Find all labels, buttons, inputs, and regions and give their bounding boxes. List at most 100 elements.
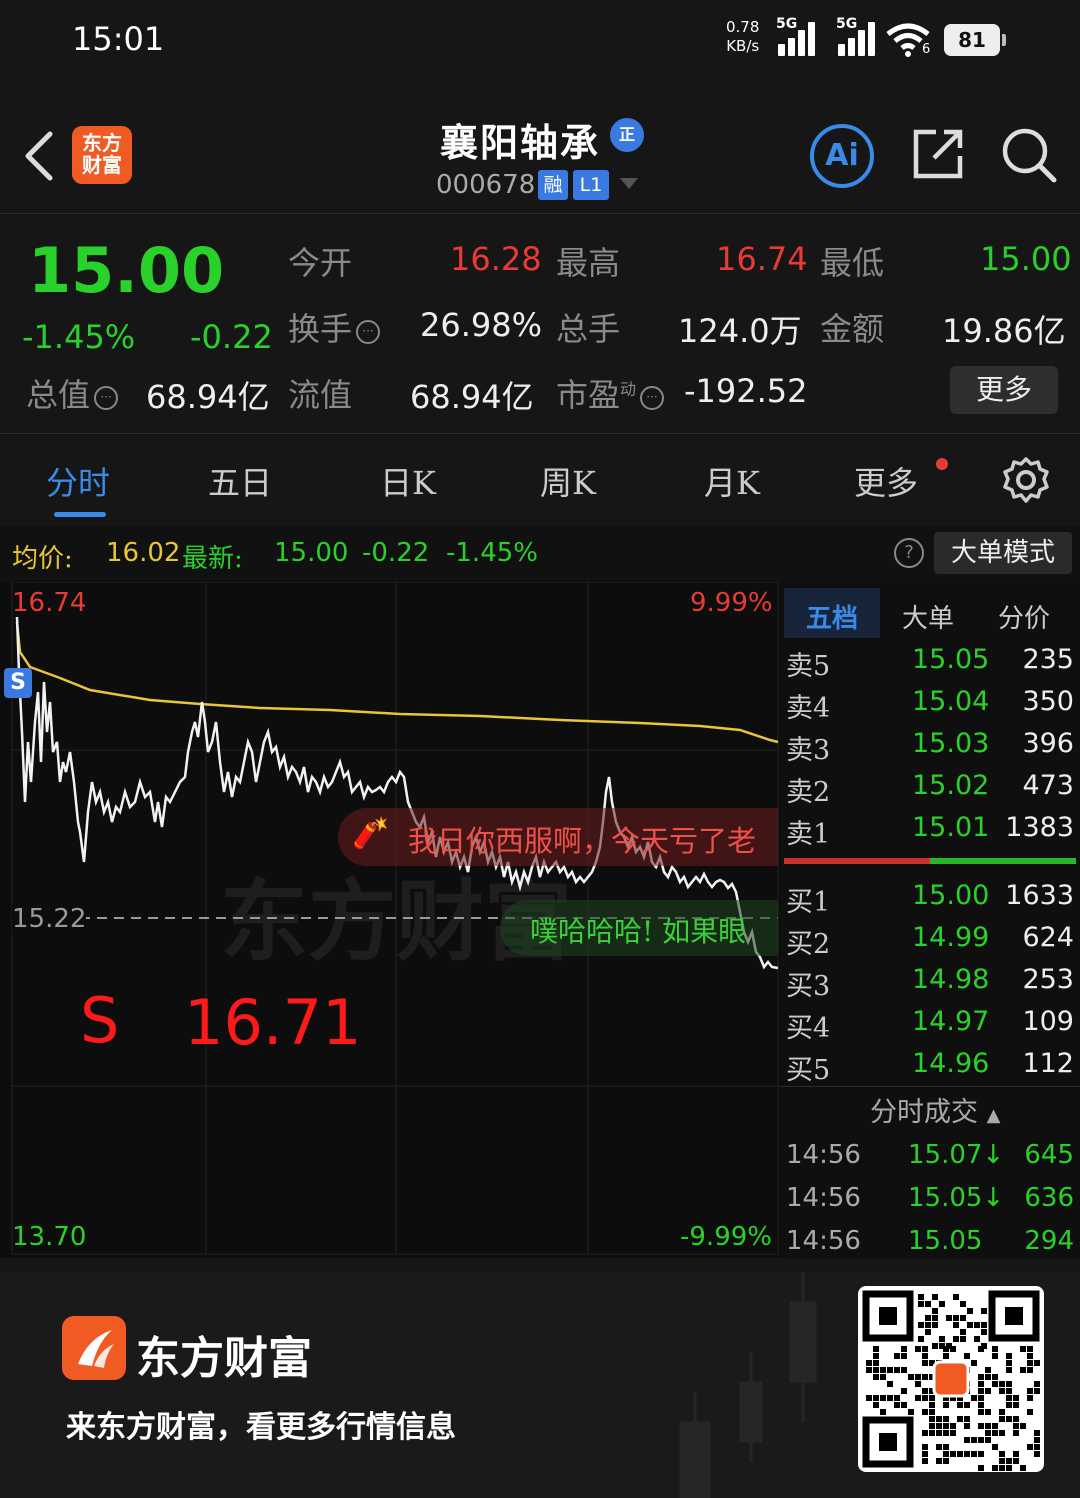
help-icon[interactable]: ? [894, 538, 924, 568]
danmaku-red-text: 我日你西服啊，今天亏了老 [408, 824, 757, 858]
logo-text-1: 东方 [82, 131, 122, 155]
amount-label: 金额 [820, 310, 885, 348]
danmaku-green-text: 噗哈哈哈! 如果眼 [530, 915, 747, 948]
sell-row: 卖4 15.04 350 [780, 686, 1080, 728]
sell-vol: 1383 [1005, 812, 1074, 843]
info-icon[interactable]: ··· [94, 385, 119, 410]
info-icon[interactable]: ··· [640, 385, 665, 410]
sell-row: 卖5 15.05 235 [780, 644, 1080, 686]
back-icon[interactable] [22, 130, 56, 182]
status-time: 15:01 [72, 20, 165, 58]
trade-vol: 294 [1024, 1226, 1074, 1256]
big-order-mode-button[interactable]: 大单模式 [934, 532, 1072, 574]
book-tab-big-orders[interactable]: 大单 [902, 598, 954, 635]
axis-top-pct: 9.99% [690, 588, 773, 618]
trade-price: 15.05 [908, 1226, 983, 1256]
stock-name: 襄阳轴承 [440, 120, 601, 165]
qr-code [858, 1286, 1044, 1472]
qr-code-svg [862, 1290, 1040, 1471]
buy-label: 买5 [786, 1055, 831, 1086]
low-value: 15.00 [980, 240, 1072, 278]
tab-intraday[interactable]: 分时 [46, 458, 110, 504]
buy-label: 买4 [786, 1013, 831, 1044]
gear-icon[interactable] [1002, 456, 1050, 504]
trade-price: 15.07↓ [908, 1140, 1005, 1170]
stock-code: 000678 [436, 170, 536, 200]
book-tab-price-dist[interactable]: 分价 [998, 598, 1050, 635]
tab-daily-k[interactable]: 日K [380, 458, 436, 504]
sell-row: 卖2 15.02 473 [780, 770, 1080, 812]
trade-row: 14:56 15.07↓ 645 [780, 1140, 1080, 1182]
float-label: 流值 [288, 376, 353, 414]
buy-price: 15.00 [912, 880, 990, 911]
pe-label-text: 市盈 [556, 376, 621, 414]
mktcap-label: 总值 ··· [26, 370, 119, 416]
sell-vol: 396 [1022, 728, 1074, 759]
pe-value: -192.52 [684, 372, 808, 410]
axis-bottom-price: 13.70 [12, 1222, 87, 1252]
sell-label: 卖4 [786, 693, 831, 724]
chevron-down-icon[interactable] [620, 178, 638, 189]
status-bar: 15:01 0.78 KB/s 5G 5G 6 81 [0, 0, 1080, 90]
battery-indicator: 81 [944, 24, 1006, 56]
turnover-label: 换手 ··· [288, 304, 381, 350]
buy-row: 买5 14.96 112 [780, 1048, 1080, 1090]
search-icon[interactable] [1000, 126, 1058, 184]
book-tab-five-levels[interactable]: 五档 [806, 598, 858, 635]
tab-five-day[interactable]: 五日 [208, 458, 272, 504]
sell-label: 卖1 [786, 819, 831, 850]
buy-vol: 1633 [1005, 880, 1074, 911]
buy-vol: 112 [1022, 1048, 1074, 1079]
caret-up-icon: ▲ [986, 1105, 1001, 1126]
sell-price: 15.02 [912, 770, 990, 801]
sell-vol: 350 [1022, 686, 1074, 717]
info-icon[interactable]: ··· [356, 319, 381, 344]
sell-price: 15.01 [912, 812, 990, 843]
buy-label: 买2 [786, 929, 831, 960]
l1-badge: L1 [573, 170, 609, 200]
tab-more[interactable]: 更多 [854, 458, 918, 504]
ai-button[interactable]: Ai [810, 124, 874, 188]
sell-vol: 473 [1022, 770, 1074, 801]
logo-text-2: 财富 [82, 153, 122, 177]
net-speed-unit: KB/s [726, 37, 760, 55]
buy-vol: 253 [1022, 964, 1074, 995]
trade-row: 14:56 15.05↓ 636 [780, 1183, 1080, 1225]
brand-logo [62, 1316, 126, 1380]
share-icon[interactable] [910, 126, 966, 182]
buy-price: 14.96 [912, 1048, 990, 1079]
tab-monthly-k[interactable]: 月K [704, 458, 760, 504]
intraday-chart[interactable]: 东方财富 S 16.71 16.74 9.99% 15.22 13.70 -9.… [0, 582, 780, 1258]
stock-header: 东方 财富 襄阳轴承 正 000678 融 L1 Ai [0, 90, 1080, 214]
trade-row: 14:56 15.05 294 [780, 1226, 1080, 1268]
s-marker-badge[interactable]: S [4, 668, 32, 698]
chart-header: 均价: 16.02 最新: 15.00 -0.22 -1.45% ? 大单模式 [0, 526, 1080, 582]
mktcap-value: 68.94亿 [146, 378, 270, 416]
more-button[interactable]: 更多 [950, 366, 1058, 414]
net-speed-value: 0.78 [726, 18, 760, 36]
sell-row: 卖1 15.01 1383 [780, 812, 1080, 854]
buy-label: 买1 [786, 887, 831, 918]
app-logo[interactable]: 东方 财富 [72, 126, 132, 184]
zheng-badge: 正 [610, 118, 644, 152]
latest-label: 最新: [182, 544, 243, 574]
mktcap-label-text: 总值 [26, 376, 91, 414]
sell-label: 卖2 [786, 777, 831, 808]
tab-weekly-k[interactable]: 周K [540, 458, 596, 504]
trades-title[interactable]: 分时成交 ▲ [870, 1090, 1000, 1129]
wifi-icon: 6 [884, 22, 932, 58]
sig2-label: 5G [836, 16, 858, 32]
trade-price: 15.05↓ [908, 1183, 1005, 1213]
trades-title-text: 分时成交 [870, 1097, 978, 1128]
buy-row: 买4 14.97 109 [780, 1006, 1080, 1048]
trade-time: 14:56 [786, 1183, 861, 1213]
promo-footer: 东方财富 来东方财富，看更多行情信息 [0, 1272, 1080, 1498]
chart-tabs: 分时 五日 日K 周K 月K 更多 [0, 436, 1080, 524]
change-value: -0.22 [190, 318, 273, 356]
wifi-sub: 6 [922, 42, 931, 57]
brand-slogan: 来东方财富，看更多行情信息 [66, 1410, 456, 1445]
book-divider [780, 1086, 1080, 1087]
sell-price: 15.04 [912, 686, 990, 717]
firecracker-icon: 🧨 [352, 816, 390, 851]
buy-vol: 624 [1022, 922, 1074, 953]
